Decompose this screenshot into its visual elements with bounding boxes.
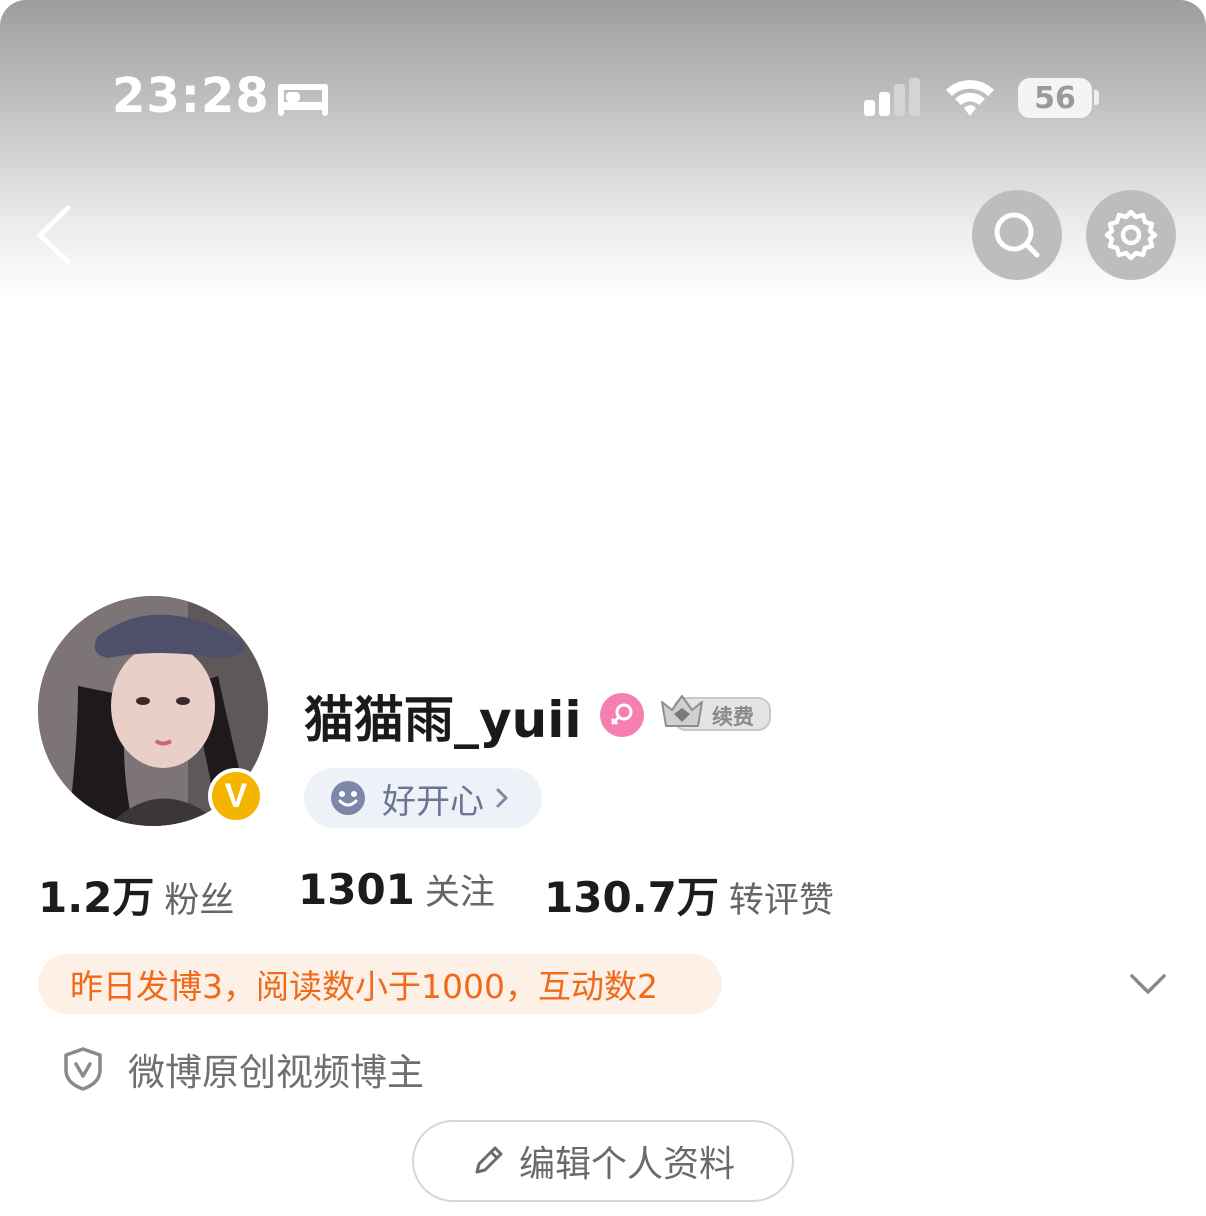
- stat-followers[interactable]: 1.2万 粉丝: [38, 864, 234, 925]
- yesterday-summary-banner[interactable]: 昨日发博3，阅读数小于1000，互动数2: [38, 954, 722, 1014]
- battery-level: 56: [1034, 80, 1076, 116]
- stat-following[interactable]: 1301 关注: [298, 864, 495, 915]
- verified-badge-label: V: [224, 776, 248, 815]
- shield-v-icon: [64, 1047, 102, 1091]
- stat-followers-label: 粉丝: [164, 881, 235, 921]
- battery-nub: [1094, 90, 1099, 105]
- stat-following-label: 关注: [424, 873, 495, 913]
- stat-following-value: 1301: [298, 865, 415, 914]
- search-icon: [994, 212, 1040, 258]
- stat-followers-value: 1.2万: [38, 873, 155, 922]
- stat-interactions-label: 转评赞: [728, 881, 834, 921]
- chevron-down-icon[interactable]: [1128, 970, 1168, 998]
- verified-badge: V: [208, 768, 264, 824]
- bed-icon: [278, 84, 328, 116]
- wifi-icon: [946, 80, 994, 116]
- creator-tag-text: 微博原创视频博主: [128, 1051, 424, 1094]
- smiley-face-icon: [331, 781, 365, 815]
- edit-profile-button[interactable]: 编辑个人资料: [412, 1120, 794, 1202]
- female-symbol-icon: [610, 703, 633, 726]
- back-chevron-icon[interactable]: [34, 204, 74, 266]
- female-gender-icon: [600, 693, 644, 737]
- vip-renew-label[interactable]: 续费: [712, 701, 754, 731]
- status-time: 23:28: [112, 68, 270, 124]
- username: 猫猫雨_yuii: [304, 691, 582, 749]
- yesterday-summary-text: 昨日发博3，阅读数小于1000，互动数2: [70, 967, 658, 1006]
- mood-status-chip[interactable]: 好开心: [304, 768, 542, 828]
- cellular-signal-icon: [864, 78, 920, 116]
- settings-button[interactable]: [1086, 190, 1176, 280]
- stat-interactions-value: 130.7万: [544, 873, 719, 922]
- chevron-right-icon: [496, 788, 508, 808]
- pencil-icon: [475, 1146, 503, 1174]
- battery-indicator: 56: [1018, 78, 1092, 118]
- search-button[interactable]: [972, 190, 1062, 280]
- creator-tag-row[interactable]: 微博原创视频博主: [62, 1042, 424, 1096]
- gear-icon: [1104, 209, 1158, 261]
- mood-status-text: 好开心: [382, 781, 484, 822]
- edit-profile-label: 编辑个人资料: [518, 1144, 735, 1185]
- stat-interactions[interactable]: 130.7万 转评赞: [544, 864, 834, 925]
